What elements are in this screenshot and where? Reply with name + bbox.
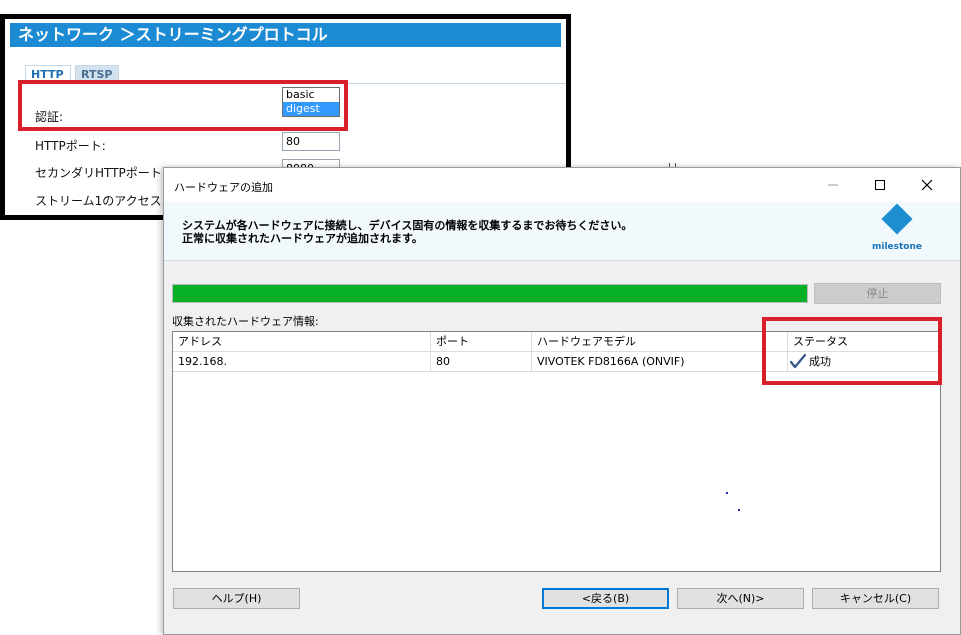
collected-info-label: 収集されたハードウェア情報: [172,315,319,328]
milestone-logo-icon [881,203,913,235]
header-note: 正常に収集されたハードウェアが追加されます。 [182,232,423,245]
close-button[interactable] [917,176,937,194]
add-hardware-dialog: ハードウェアの追加 システムが各ハードウェアに接続し、デバイス固有の情報を収集す… [163,167,961,635]
dialog-titlebar: ハードウェアの追加 [164,168,960,202]
next-button[interactable]: 次へ(N)> [677,588,804,609]
status-highlight-box [762,317,942,385]
dialog-title: ハードウェアの追加 [174,181,273,194]
http-port-label: HTTPポート: [35,139,106,153]
stray-pixel [726,492,728,494]
row-port: 80 [431,352,532,372]
cancel-button[interactable]: キャンセル(C) [812,588,939,609]
camera-page-title: ネットワーク ＞ストリーミングプロトコル [10,23,561,47]
row-address: 192.168. [173,352,431,372]
maximize-icon [875,180,885,190]
http-port-input[interactable]: 80 [282,132,340,151]
help-button[interactable]: ヘルプ(H) [173,588,300,609]
stray-pixel [738,509,740,511]
col-address[interactable]: アドレス [173,332,431,352]
secondary-port-label: セカンダリHTTPポート [35,166,162,180]
row-model: VIVOTEK FD8166A (ONVIF) [532,352,788,372]
minimize-icon [828,184,838,186]
close-icon [921,179,933,191]
auth-highlight-box [18,80,348,131]
back-button[interactable]: <戻る(B) [542,588,669,609]
minimize-button[interactable] [823,176,843,194]
col-model[interactable]: ハードウェアモデル [532,332,788,352]
progress-fill [173,285,807,302]
stream-access-label: ストリーム1のアクセス [35,194,162,208]
stop-button[interactable]: 停止 [814,283,941,304]
maximize-button[interactable] [870,176,890,194]
milestone-logo-text: milestone [872,242,923,252]
col-port[interactable]: ポート [431,332,532,352]
dialog-header: システムが各ハードウェアに接続し、デバイス固有の情報を収集するまでお待ちください… [164,202,960,261]
progress-bar [172,284,808,303]
